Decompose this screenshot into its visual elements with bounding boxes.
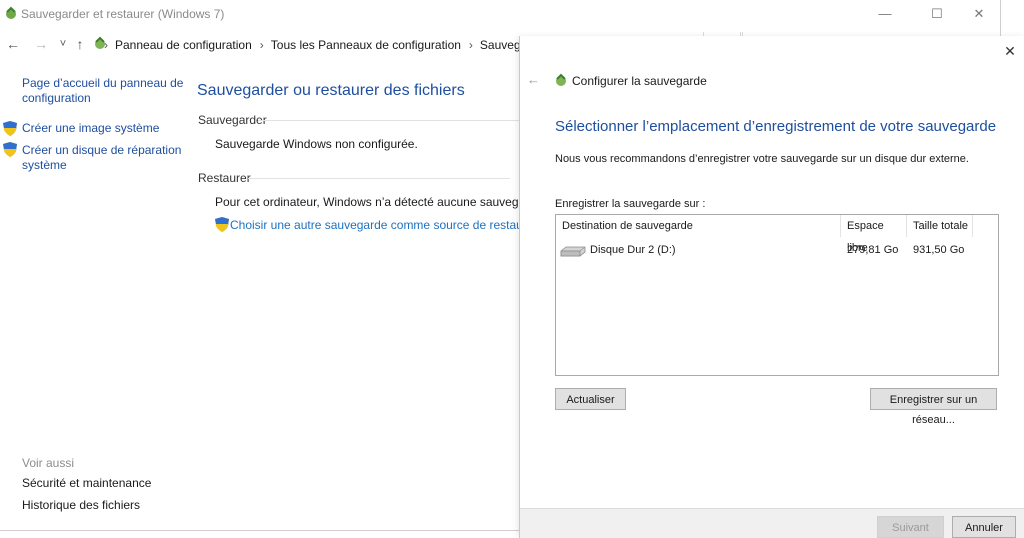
create-repair-disc-link[interactable]: Créer un disque de réparation système	[22, 143, 181, 173]
column-header-destination[interactable]: Destination de sauvegarde	[556, 215, 841, 237]
refresh-button[interactable]: Actualiser	[555, 388, 626, 410]
backup-restore-app-icon	[4, 6, 18, 23]
uac-shield-icon	[3, 142, 17, 157]
backup-status-text: Sauvegarde Windows non configurée.	[215, 137, 418, 151]
security-maintenance-link[interactable]: Sécurité et maintenance	[22, 476, 151, 491]
breadcrumb: › Panneau de configuration › Tous les Panne…	[96, 38, 559, 52]
backup-section-header: Sauvegarder	[198, 113, 267, 127]
uac-shield-icon	[3, 121, 17, 136]
breadcrumb-all-items[interactable]: Tous les Panneaux de configuration	[271, 38, 461, 52]
uac-shield-icon	[215, 217, 229, 232]
hard-drive-icon	[560, 245, 586, 260]
breadcrumb-control-panel[interactable]: Panneau de configuration	[115, 38, 252, 52]
forward-arrow-icon[interactable]: →	[33, 36, 49, 52]
restore-status-text: Pour cet ordinateur, Windows n’a détecté…	[215, 195, 546, 209]
drive-free-space: 279,81 Go	[847, 244, 899, 256]
control-panel-home-link[interactable]: Page d’accueil du panneau de configurati…	[22, 76, 183, 106]
maximize-button[interactable]: ☐	[914, 0, 960, 28]
breadcrumb-separator: ›	[468, 38, 473, 52]
control-panel-home-link-line2: configuration	[22, 91, 91, 105]
recent-locations-icon[interactable]: ˅	[55, 36, 71, 52]
close-window-button[interactable]: ✕	[956, 0, 1002, 28]
next-button[interactable]: Suivant	[877, 516, 944, 538]
see-also-heading: Voir aussi	[22, 456, 75, 470]
breadcrumb-separator: ›	[259, 38, 264, 52]
breadcrumb-separator: ›	[104, 38, 108, 52]
save-on-label: Enregistrer la sauvegarde sur :	[555, 198, 706, 210]
configure-backup-dialog: ✕ ← Configurer la sauvegarde Sélectionne…	[519, 36, 1024, 538]
list-item[interactable]: Disque Dur 2 (D:) 279,81 Go 931,50 Go	[556, 239, 998, 261]
window-title: Sauvegarder et restaurer (Windows 7)	[21, 7, 225, 21]
restore-section-header: Restaurer	[198, 171, 251, 185]
minimize-button[interactable]: —	[862, 0, 908, 28]
save-on-network-button[interactable]: Enregistrer sur un réseau...	[870, 388, 997, 426]
page-title: Sauvegarder ou restaurer des fichiers	[197, 82, 465, 99]
back-arrow-icon[interactable]: ←	[527, 72, 540, 87]
create-repair-disc-line1: Créer un disque de réparation	[22, 143, 182, 157]
dialog-heading: Sélectionner l’emplacement d’enregistrem…	[555, 118, 997, 135]
drive-name: Disque Dur 2 (D:)	[590, 244, 676, 256]
backup-wizard-icon	[553, 72, 569, 91]
column-header-total-size[interactable]: Taille totale	[907, 215, 973, 237]
recommendation-text: Nous vous recommandons d’enregistrer vot…	[555, 153, 969, 165]
section-divider	[248, 178, 510, 179]
create-system-image-link[interactable]: Créer une image système	[22, 121, 159, 136]
back-arrow-icon[interactable]: ←	[5, 36, 21, 52]
close-icon[interactable]: ✕	[1003, 44, 1017, 58]
file-history-link[interactable]: Historique des fichiers	[22, 498, 140, 513]
choose-other-backup-link[interactable]: Choisir une autre sauvegarde comme sourc…	[230, 218, 563, 232]
list-header: Destination de sauvegarde Espace libre T…	[556, 215, 998, 254]
create-repair-disc-line2: système	[22, 158, 67, 172]
dialog-title: Configurer la sauvegarde	[572, 74, 707, 88]
backup-destination-list[interactable]: Destination de sauvegarde Espace libre T…	[555, 214, 999, 376]
title-bar: Sauvegarder et restaurer (Windows 7) — ☐…	[0, 0, 1000, 28]
control-panel-home-link-line1: Page d’accueil du panneau de	[22, 76, 184, 90]
cancel-button[interactable]: Annuler	[952, 516, 1016, 538]
column-header-free-space[interactable]: Espace libre	[841, 215, 907, 254]
dialog-footer: Suivant Annuler	[520, 508, 1024, 538]
drive-total-size: 931,50 Go	[913, 244, 965, 256]
section-divider	[258, 120, 520, 121]
up-arrow-icon[interactable]: ↑	[72, 36, 88, 52]
